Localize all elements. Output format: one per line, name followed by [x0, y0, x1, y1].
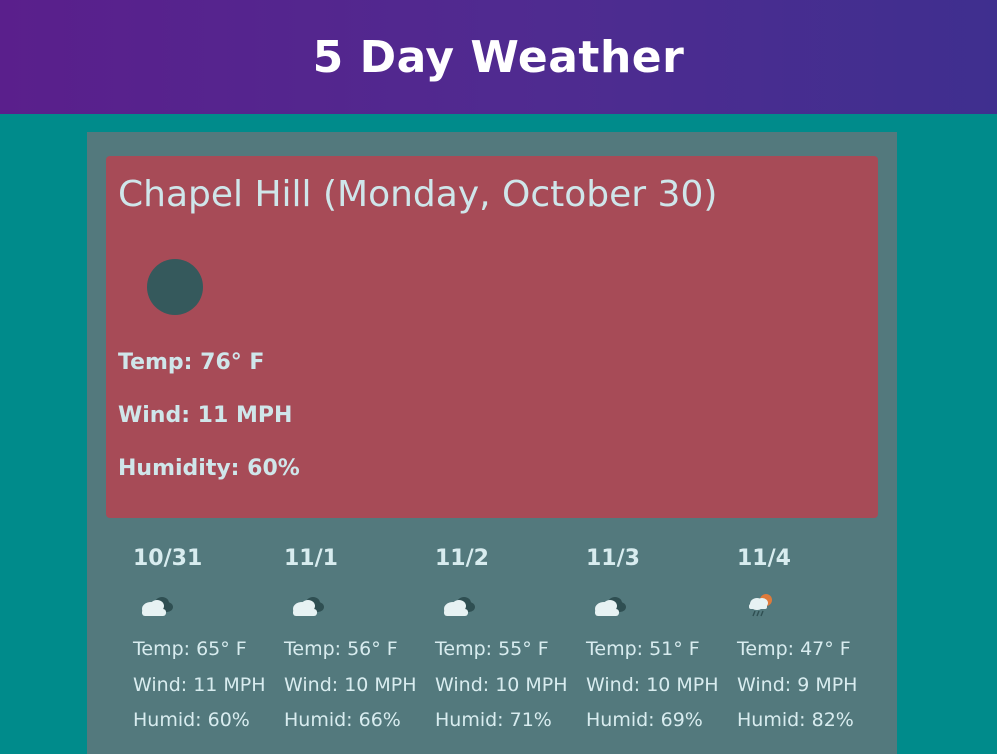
forecast-temp: Temp: 65° F	[133, 638, 247, 660]
forecast-humidity: Humid: 60%	[133, 709, 250, 731]
forecast-date: 11/1	[284, 546, 338, 571]
current-weather-card: Chapel Hill (Monday, October 30) Temp: 7…	[106, 156, 878, 518]
forecast-wind: Wind: 9 MPH	[737, 674, 858, 696]
forecast-date: 11/3	[586, 546, 640, 571]
forecast-wind: Wind: 11 MPH	[133, 674, 266, 696]
forecast-wind: Wind: 10 MPH	[586, 674, 719, 696]
current-temp: Temp: 76° F	[118, 350, 265, 375]
forecast-day: 11/1 Temp: 56° F Wind: 10 MPH Humid: 66%	[284, 544, 434, 744]
forecast-humidity: Humid: 71%	[435, 709, 552, 731]
forecast-temp: Temp: 56° F	[284, 638, 398, 660]
weather-icon	[147, 259, 203, 315]
cloudy-icon	[139, 590, 175, 620]
forecast-humidity: Humid: 82%	[737, 709, 854, 731]
cloudy-icon	[592, 590, 628, 620]
forecast-wind: Wind: 10 MPH	[284, 674, 417, 696]
forecast-day: 11/3 Temp: 51° F Wind: 10 MPH Humid: 69%	[586, 544, 736, 744]
forecast-date: 11/4	[737, 546, 791, 571]
forecast-wind: Wind: 10 MPH	[435, 674, 568, 696]
current-city-heading: Chapel Hill (Monday, October 30)	[118, 174, 718, 215]
page-title: 5 Day Weather	[312, 31, 685, 83]
current-wind: Wind: 11 MPH	[118, 403, 293, 428]
current-humidity: Humidity: 60%	[118, 456, 300, 481]
forecast-date: 11/2	[435, 546, 489, 571]
cloudy-icon	[290, 590, 326, 620]
forecast-date: 10/31	[133, 546, 203, 571]
cloudy-icon	[441, 590, 477, 620]
forecast-temp: Temp: 51° F	[586, 638, 700, 660]
rain-sun-icon	[743, 590, 779, 620]
forecast-temp: Temp: 47° F	[737, 638, 851, 660]
forecast-day: 10/31 Temp: 65° F Wind: 11 MPH Humid: 60…	[133, 544, 283, 744]
forecast-temp: Temp: 55° F	[435, 638, 549, 660]
app-header: 5 Day Weather	[0, 0, 997, 114]
five-day-forecast: 10/31 Temp: 65° F Wind: 11 MPH Humid: 60…	[133, 544, 893, 754]
forecast-humidity: Humid: 66%	[284, 709, 401, 731]
forecast-day: 11/2 Temp: 55° F Wind: 10 MPH Humid: 71%	[435, 544, 585, 744]
forecast-day: 11/4 Temp: 47° F Wind: 9 MPH Humid: 82%	[737, 544, 887, 744]
weather-container: Chapel Hill (Monday, October 30) Temp: 7…	[87, 132, 897, 754]
forecast-humidity: Humid: 69%	[586, 709, 703, 731]
